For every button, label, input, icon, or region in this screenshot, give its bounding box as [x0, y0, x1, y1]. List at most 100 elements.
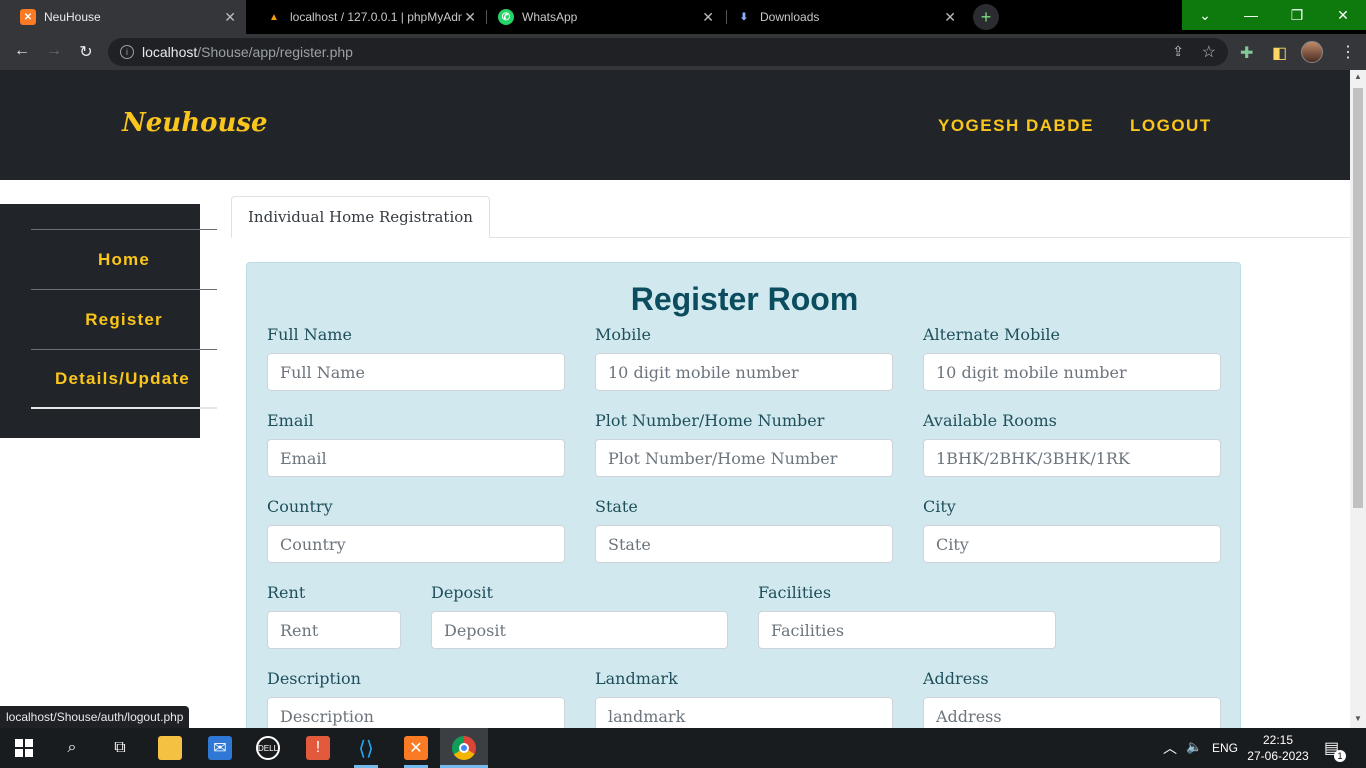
tab-title: WhatsApp: [522, 10, 578, 24]
address-input[interactable]: [923, 697, 1221, 728]
whatsapp-icon: ✆: [498, 9, 514, 25]
plus-icon: +: [980, 6, 992, 27]
phpmyadmin-icon: ▲: [269, 11, 279, 23]
vscode-icon[interactable]: ⟨⟩: [354, 736, 378, 760]
sidebar-item-label: Register: [85, 309, 163, 329]
city-input[interactable]: [923, 525, 1221, 563]
show-hidden-icons-icon[interactable]: ︿: [1163, 738, 1177, 758]
browser-tab-bar: ✕ NeuHouse ✕ ▲ localhost / 127.0.0.1 | p…: [0, 0, 1366, 34]
sidebar: Home Register Details/Update: [0, 204, 217, 438]
page-viewport: Neuhouse YOGESH DABDE LOGOUT Home Regist…: [0, 70, 1350, 728]
browser-tab-downloads[interactable]: ⬇ Downloads ✕: [716, 0, 966, 34]
chrome-icon[interactable]: [452, 736, 476, 760]
task-view-icon[interactable]: ⧉: [108, 736, 132, 760]
notification-count-badge: 1: [1334, 750, 1346, 762]
rent-input[interactable]: [267, 611, 401, 649]
close-window-button[interactable]: ✕: [1320, 0, 1366, 30]
download-icon: ⬇: [739, 11, 749, 23]
country-label: Country: [267, 497, 333, 516]
alternate-mobile-input[interactable]: [923, 353, 1221, 391]
nav-logout-link[interactable]: LOGOUT: [1130, 116, 1212, 136]
restore-button[interactable]: ❐: [1274, 0, 1320, 30]
mail-icon[interactable]: ✉: [208, 736, 232, 760]
new-tab-button[interactable]: +: [973, 4, 999, 30]
restore-icon: ❐: [1290, 6, 1304, 23]
close-icon: ✕: [1337, 6, 1349, 23]
close-icon[interactable]: ✕: [464, 9, 476, 26]
deposit-label: Deposit: [431, 583, 493, 602]
close-icon[interactable]: ✕: [702, 9, 714, 26]
share-icon[interactable]: ⇪: [1172, 43, 1184, 60]
city-label: City: [923, 497, 956, 516]
nav-user-name[interactable]: YOGESH DABDE: [938, 116, 1094, 136]
url-path: /Shouse/app/register.php: [197, 44, 353, 60]
sidebar-item-label: Details/Update: [55, 368, 190, 388]
description-label: Description: [267, 669, 361, 688]
xampp-icon[interactable]: ✕: [404, 736, 428, 760]
browser-tab-phpmyadmin[interactable]: ▲ localhost / 127.0.0.1 | phpMyAdmin ✕: [246, 0, 486, 34]
file-explorer-icon[interactable]: [158, 736, 182, 760]
state-input[interactable]: [595, 525, 893, 563]
sidebar-item-home[interactable]: Home: [31, 229, 217, 289]
system-clock[interactable]: 22:15 27-06-2023: [1246, 732, 1310, 764]
form-title: Register Room: [630, 281, 859, 317]
scroll-down-arrow-icon[interactable]: ▼: [1354, 714, 1362, 723]
full-name-label: Full Name: [267, 325, 352, 344]
tab-title: NeuHouse: [44, 10, 101, 24]
landmark-input[interactable]: [595, 697, 893, 728]
close-icon[interactable]: ✕: [944, 9, 956, 26]
browser-tab-whatsapp[interactable]: ✆ WhatsApp ✕: [478, 0, 724, 34]
more-menu-icon[interactable]: ⋮: [1340, 42, 1356, 62]
side-panel-icon[interactable]: ◧: [1272, 43, 1287, 63]
email-label: Email: [267, 411, 314, 430]
chevron-down-icon: ⌄: [1199, 6, 1211, 23]
page-scrollbar[interactable]: ▲ ▼: [1350, 70, 1366, 728]
address-label: Address: [923, 669, 989, 688]
volume-icon[interactable]: 🔈: [1186, 739, 1202, 755]
sidebar-item-details-update[interactable]: Details/Update: [31, 349, 217, 409]
search-icon[interactable]: ⌕: [60, 736, 84, 760]
reload-icon[interactable]: ↻: [76, 42, 96, 62]
site-logo[interactable]: Neuhouse: [122, 108, 268, 138]
back-arrow-icon[interactable]: ←: [12, 42, 32, 60]
profile-avatar[interactable]: [1301, 41, 1323, 63]
tab-search-button[interactable]: ⌄: [1182, 0, 1228, 30]
language-indicator[interactable]: ENG: [1212, 741, 1238, 755]
address-bar[interactable]: i localhost /Shouse/app/register.php ⇪ ☆: [108, 38, 1228, 66]
scrollbar-thumb[interactable]: [1353, 88, 1363, 508]
minimize-icon: —: [1244, 7, 1258, 23]
deposit-input[interactable]: [431, 611, 728, 649]
available-rooms-input[interactable]: [923, 439, 1221, 477]
info-icon[interactable]: i: [120, 45, 134, 59]
alternate-mobile-label: Alternate Mobile: [923, 325, 1061, 344]
rent-label: Rent: [267, 583, 306, 602]
browser-tab-neuhouse[interactable]: ✕ NeuHouse ✕: [0, 0, 246, 34]
tab-title: localhost / 127.0.0.1 | phpMyAdmin: [290, 10, 462, 24]
clock-date: 27-06-2023: [1247, 749, 1309, 763]
tab-individual-home-registration[interactable]: Individual Home Registration: [231, 196, 490, 238]
facilities-input[interactable]: [758, 611, 1056, 649]
bookmark-star-icon[interactable]: ☆: [1202, 42, 1216, 62]
minimize-button[interactable]: —: [1228, 0, 1274, 30]
mcafee-icon[interactable]: !: [306, 736, 330, 760]
mobile-input[interactable]: [595, 353, 893, 391]
plot-number-input[interactable]: [595, 439, 893, 477]
sidebar-item-register[interactable]: Register: [31, 289, 217, 349]
dell-icon[interactable]: DELL: [256, 736, 280, 760]
windows-start-icon[interactable]: [12, 736, 36, 760]
xampp-icon: ✕: [20, 9, 36, 25]
url-host: localhost: [142, 44, 198, 60]
clock-time: 22:15: [1262, 733, 1294, 747]
mobile-label: Mobile: [595, 325, 651, 344]
full-name-input[interactable]: [267, 353, 565, 391]
scroll-up-arrow-icon[interactable]: ▲: [1354, 72, 1362, 81]
country-input[interactable]: [267, 525, 565, 563]
close-icon[interactable]: ✕: [224, 9, 236, 26]
site-header: Neuhouse YOGESH DABDE LOGOUT: [0, 70, 1350, 180]
windows-taskbar: ⌕ ⧉ ✉ DELL ! ⟨⟩ ✕ ︿ 🔈 ENG 22:15 27-06-20…: [0, 728, 1366, 768]
description-input[interactable]: [267, 697, 565, 728]
extensions-icon[interactable]: ✚: [1240, 43, 1253, 63]
email-input[interactable]: [267, 439, 565, 477]
register-room-form: Register Room Full Name Mobile Alternate…: [246, 262, 1241, 728]
forward-arrow-icon[interactable]: →: [44, 42, 64, 60]
